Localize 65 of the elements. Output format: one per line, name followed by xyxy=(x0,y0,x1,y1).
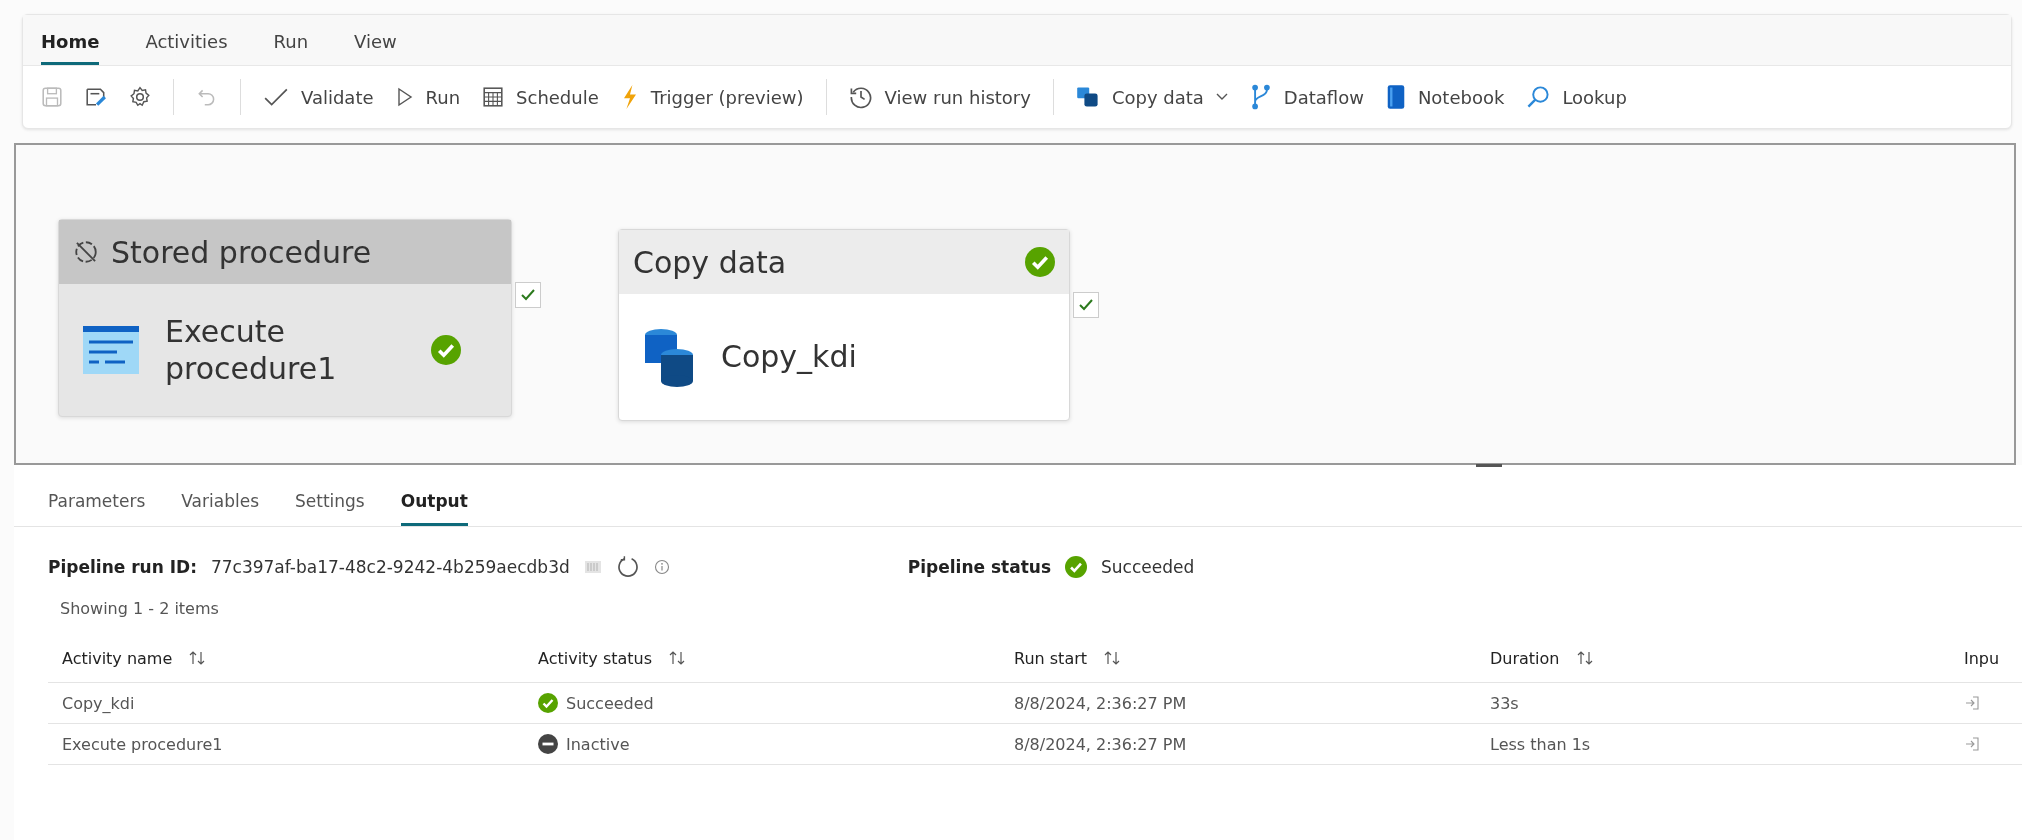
lookup-button[interactable]: Lookup xyxy=(1526,85,1627,109)
publish-button[interactable] xyxy=(85,86,107,108)
dataflow-button[interactable]: Dataflow xyxy=(1249,84,1364,110)
panel-tab[interactable]: Variables xyxy=(181,491,259,526)
checkmark-icon xyxy=(263,86,289,108)
table-cell-text: Copy_kdi xyxy=(62,693,136,713)
column-header[interactable]: Activity status xyxy=(538,648,1014,668)
info-icon xyxy=(653,559,670,575)
settings-button[interactable] xyxy=(129,86,151,108)
sort-icon xyxy=(1575,650,1594,666)
history-icon xyxy=(848,85,873,109)
success-port-checkbox[interactable] xyxy=(1073,292,1099,318)
column-header[interactable]: Activity name xyxy=(62,648,538,668)
panel-tab[interactable]: Parameters xyxy=(48,491,146,526)
success-icon xyxy=(1065,556,1087,578)
table-cell-text: Less than 1s xyxy=(1490,734,1592,754)
input-button[interactable] xyxy=(1964,695,1980,711)
activity-name: Copy_kdi xyxy=(721,338,858,376)
sort-icon xyxy=(188,650,207,666)
activity-name: Execute procedure1 xyxy=(165,312,338,388)
play-icon xyxy=(395,87,414,107)
panel-tab[interactable]: Output xyxy=(400,491,468,526)
status-text: Succeeded xyxy=(566,693,654,713)
table-cell-text: Execute procedure1 xyxy=(62,734,224,754)
input-button[interactable] xyxy=(1964,736,1980,752)
copy-data-icon xyxy=(1075,85,1100,109)
ribbon-tab[interactable]: Run xyxy=(273,27,309,65)
search-icon xyxy=(1526,85,1551,109)
table-cell-text: 33s xyxy=(1490,693,1520,713)
dataflow-icon xyxy=(1249,84,1272,110)
sort-icon xyxy=(1103,650,1122,666)
success-port-checkbox[interactable] xyxy=(515,282,541,308)
sort-icon xyxy=(668,650,687,666)
checkmark-icon xyxy=(520,288,536,302)
activity-type: Stored procedure xyxy=(111,234,372,270)
table-cell-text: 8/8/2024, 2:36:27 PM xyxy=(1014,693,1188,713)
table-cell-text: 8/8/2024, 2:36:27 PM xyxy=(1014,734,1188,754)
item-count: Showing 1 - 2 items xyxy=(59,598,220,618)
schedule-button[interactable]: Schedule xyxy=(482,86,599,108)
copy-data-button[interactable]: Copy data xyxy=(1075,85,1228,109)
pipeline-status-value: Succeeded xyxy=(1101,557,1195,577)
notebook-button[interactable]: Notebook xyxy=(1385,84,1505,110)
status-text: Inactive xyxy=(566,734,630,754)
activity-type: Copy data xyxy=(633,244,787,280)
database-icon xyxy=(643,327,695,387)
column-header[interactable]: Run start xyxy=(1014,648,1490,668)
notebook-icon xyxy=(1385,84,1406,110)
checkmark-icon xyxy=(1078,298,1094,312)
ribbon-tab[interactable]: View xyxy=(354,27,397,65)
run-id-label: Pipeline run ID: xyxy=(48,557,197,577)
run-id-value: 77c397af-ba17-48c2-9242-4b259aecdb3d xyxy=(210,557,570,577)
deactivated-icon xyxy=(73,239,99,265)
ribbon-tab[interactable]: Home xyxy=(41,27,100,65)
refresh-button[interactable] xyxy=(615,555,640,579)
pipeline-status-label: Pipeline status xyxy=(907,557,1051,577)
procedure-icon xyxy=(83,326,139,374)
run-button[interactable]: Run xyxy=(395,86,461,108)
trigger-button[interactable]: Trigger (preview) xyxy=(620,85,804,109)
run-history-button[interactable]: View run history xyxy=(848,85,1031,109)
column-header[interactable]: Inpu xyxy=(1964,648,2022,668)
ribbon-tab[interactable]: Activities xyxy=(145,27,228,65)
panel-tab[interactable]: Settings xyxy=(295,491,365,526)
column-header[interactable]: Duration xyxy=(1490,648,1964,668)
validate-button[interactable]: Validate xyxy=(263,86,374,108)
calendar-icon xyxy=(482,86,505,108)
